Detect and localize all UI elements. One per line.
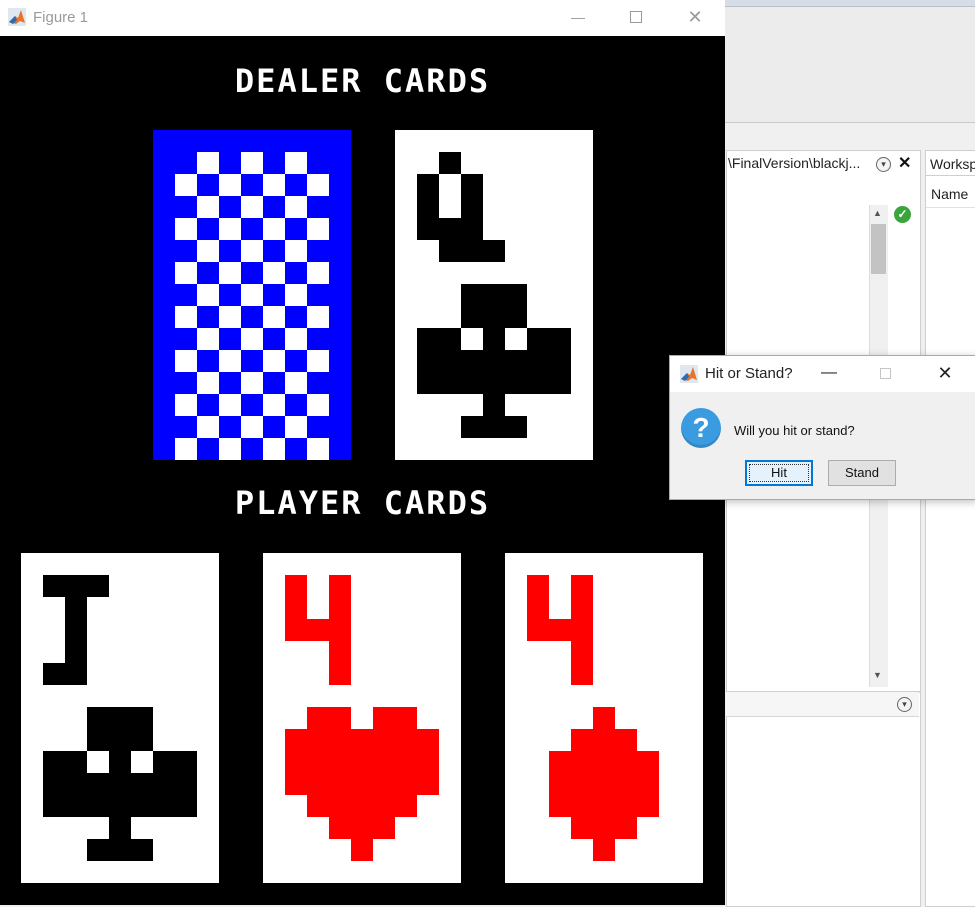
card-back-border-right: [329, 130, 351, 460]
player-card-four-hearts: [263, 553, 461, 883]
matlab-logo-icon: [680, 365, 698, 383]
rank-q-glyph: [417, 152, 505, 262]
scroll-up-arrow-icon[interactable]: ▲: [873, 208, 882, 218]
diamond-suit-icon: [549, 707, 659, 861]
close-window-icon[interactable]: ✕: [665, 0, 725, 36]
focus-ring: [749, 464, 809, 482]
matlab-logo-icon: [8, 8, 26, 26]
rank-4-glyph: [527, 575, 593, 685]
rank-4-glyph: [285, 575, 351, 685]
hit-button[interactable]: Hit: [745, 460, 813, 486]
card-back-border-top: [153, 130, 351, 152]
toolstrip-tabs: [725, 0, 975, 7]
scroll-down-arrow-icon[interactable]: ▼: [873, 670, 882, 680]
stand-button[interactable]: Stand: [828, 460, 896, 486]
dialog-titlebar: Hit or Stand? — ✕: [670, 356, 975, 392]
workspace-name-column[interactable]: Name: [926, 180, 975, 208]
card-back-border-left: [153, 130, 175, 460]
dealer-cards-label: DEALER CARDS: [234, 62, 491, 100]
rank-j-glyph: [43, 575, 109, 685]
maximize-icon[interactable]: [606, 0, 666, 36]
panel-menu-icon[interactable]: ▾: [897, 697, 912, 712]
command-window-panel[interactable]: [726, 692, 921, 907]
dealer-card-facedown: [153, 130, 351, 460]
workspace-panel: [925, 150, 975, 907]
player-card-jack-clubs: [21, 553, 219, 883]
current-folder-path[interactable]: \FinalVersion\blackj...: [728, 155, 878, 173]
panel-menu-icon[interactable]: ▾: [876, 157, 891, 172]
figure-titlebar: Figure 1 — ✕: [0, 0, 725, 36]
minimize-icon[interactable]: —: [804, 356, 854, 392]
club-suit-icon: [43, 707, 197, 861]
maximize-icon: [860, 356, 910, 392]
matlab-toolstrip: [725, 0, 975, 122]
question-icon: ?: [681, 408, 721, 448]
checkmark-icon: ✓: [894, 206, 911, 223]
workspace-tab[interactable]: Worksp: [925, 152, 975, 176]
maximize-square-icon: [630, 11, 642, 23]
dialog-message: Will you hit or stand?: [734, 423, 855, 438]
player-cards-label: PLAYER CARDS: [234, 484, 491, 522]
game-canvas: DEALER CARDS PLAYER CARDS: [0, 36, 725, 905]
command-window-header: [726, 692, 919, 717]
club-suit-icon: [417, 284, 571, 438]
close-icon[interactable]: ✕: [898, 156, 911, 172]
player-card-four-diamonds: [505, 553, 703, 883]
maximize-square-icon: [879, 368, 891, 379]
figure-title: Figure 1: [33, 9, 89, 26]
dialog-title: Hit or Stand?: [705, 365, 793, 382]
stand-button-label: Stand: [845, 465, 879, 480]
dealer-card-queen-clubs: [395, 130, 593, 460]
heart-suit-icon: [285, 707, 439, 861]
scrollbar-thumb[interactable]: [871, 224, 886, 274]
minimize-icon[interactable]: —: [548, 0, 608, 36]
hit-or-stand-dialog: Hit or Stand? — ✕ ? Will you hit or stan…: [669, 355, 975, 500]
close-icon[interactable]: ✕: [920, 356, 970, 392]
